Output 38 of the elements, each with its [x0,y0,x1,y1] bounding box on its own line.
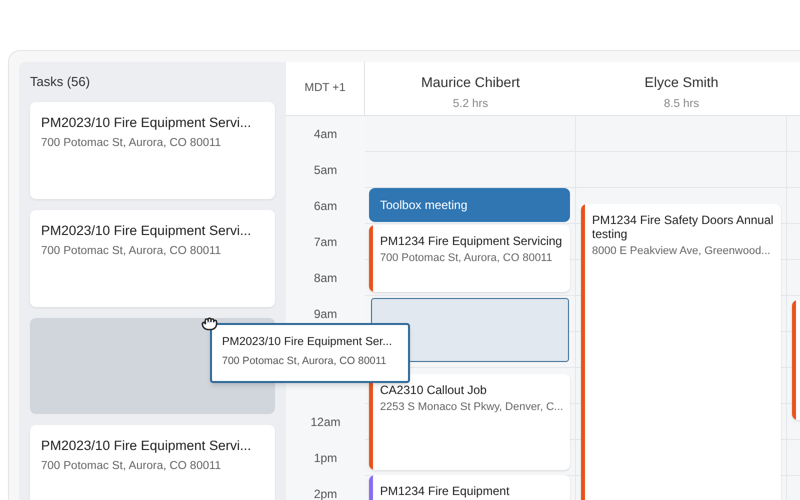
event-card[interactable]: PM1234 Fire Safety Doors Annual testing 8000 E Peakview Ave, Greenwood... [581,204,781,500]
task-address: 700 Potomac St, Aurora, CO 80011 [222,354,388,370]
event-address: 2253 S Monaco St Pkwy, Denver, C... [380,400,564,414]
task-address: 700 Potomac St, Aurora, CO 80011 [41,136,222,151]
task-title: PM2023/10 Fire Equipment Ser... [222,335,394,350]
task-title: PM2023/10 Fire Equipment Servi... [41,222,252,240]
hour-label: 12am [310,414,341,431]
hour-label: 1pm [314,450,338,467]
staff-name: Elyce Smith [644,73,718,92]
event-address: 8000 E Peakview Ave, Greenwood... [592,244,772,258]
task-title: PM2023/10 Fire Equipment Servi... [41,436,252,455]
staff-name: Maurice Chibert [421,73,520,92]
task-card[interactable]: PM2023/10 Fire Equipment Servi... 700 Potomac St, Aurora, CO 80011 [30,210,275,306]
event-title: CA2310 Callout Job [380,383,488,397]
staff-hours: 5.2 hrs [452,97,488,112]
hour-label: 5am [314,162,338,179]
hour-label: 8am [314,270,338,287]
task-card[interactable]: PM2023/10 Fire Equipment Servi... 700 Potomac St, Aurora, CO 80011 [30,424,275,500]
task-address: 700 Potomac St, Aurora, CO 80011 [41,244,222,259]
task-title: PM2023/10 Fire Equipment Servi... [41,114,252,132]
event-card[interactable]: PM1234 Fire Equipment [369,475,570,500]
hour-label: 4am [314,126,338,143]
event-title: PM1234 Fire Equipment [380,484,510,498]
timezone-label: MDT +1 [304,80,346,96]
hour-label: 7am [314,234,338,251]
task-address: 700 Potomac St, Aurora, CO 80011 [41,458,222,474]
event-card[interactable]: CA2310 Callout Job 2253 S Monaco St Pkwy, Denver, C... [369,374,570,470]
event-title: PM1234 Fire Equipment Servicing [380,234,562,248]
event-address: 700 Potomac St, Aurora, CO 80011 [380,251,554,265]
staff-hours: 8.5 hrs [664,97,700,112]
meeting-event[interactable]: Toolbox meeting [369,188,570,222]
panel-title: Tasks (56) [30,73,91,91]
hour-label: 9am [314,306,338,323]
event-card[interactable]: PM1234 Fire Equipment Servicing 700 Potomac St, Aurora, CO 80011 [369,225,570,292]
task-card[interactable]: PM2023/10 Fire Equipment Servi... 700 Potomac St, Aurora, CO 80011 [30,102,275,198]
event-title: PM1234 Fire Safety Doors Annual testing [592,213,774,241]
dragged-task-card[interactable]: PM2023/10 Fire Equipment Ser... 700 Potomac St, Aurora, CO 80011 [210,323,410,383]
hour-label: 6am [314,198,338,215]
